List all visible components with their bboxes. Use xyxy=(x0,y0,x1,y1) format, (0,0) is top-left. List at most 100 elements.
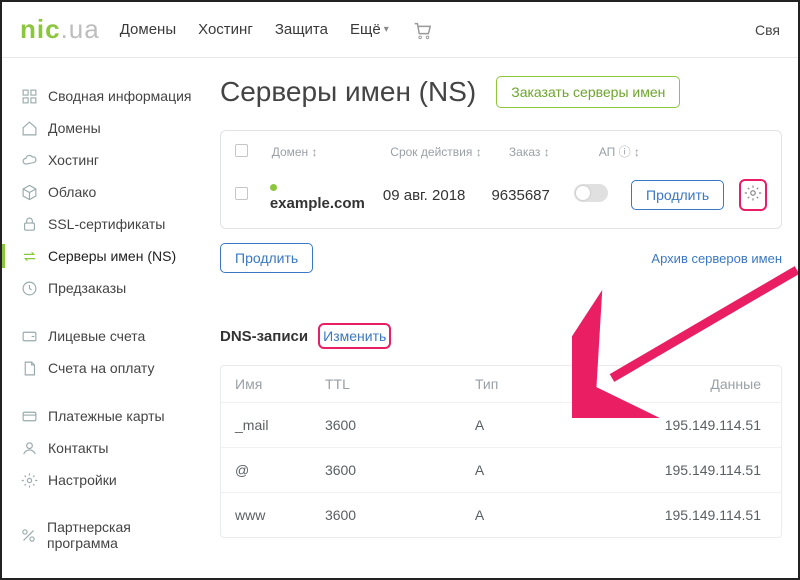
domain-table-header: Домен ↕ Срок действия ↕ Заказ ↕ АП ⓘ ↕ xyxy=(235,141,767,170)
transfer-icon xyxy=(20,247,38,265)
sidebar-item-preorders[interactable]: Предзаказы xyxy=(16,272,202,304)
sidebar-item-label: Серверы имен (NS) xyxy=(48,248,176,264)
col-header-order[interactable]: Заказ ↕ xyxy=(509,145,581,159)
select-all-checkbox[interactable] xyxy=(235,144,248,157)
nav-more[interactable]: Ещё▾ xyxy=(350,21,389,38)
sidebar-item-label: Контакты xyxy=(48,440,108,456)
sidebar-item-domains[interactable]: Домены xyxy=(16,112,202,144)
dns-cell-type: A xyxy=(475,417,665,433)
file-icon xyxy=(20,359,38,377)
main-content: Серверы имен (NS) Заказать серверы имен … xyxy=(202,58,798,578)
nav-hosting[interactable]: Хостинг xyxy=(198,21,253,38)
highlight-gear xyxy=(739,179,767,211)
dns-title: DNS-записи xyxy=(220,328,308,345)
sidebar-item-label: Хостинг xyxy=(48,152,99,168)
grid-icon xyxy=(20,87,38,105)
clock-icon xyxy=(20,279,38,297)
domain-name[interactable]: example.com xyxy=(270,195,365,212)
row-checkbox[interactable] xyxy=(235,187,248,200)
domain-row: example.com 09 авг. 2018 9635687 Продлит… xyxy=(235,170,767,222)
nav-domains[interactable]: Домены xyxy=(120,21,176,38)
nav-hosting-label: Хостинг xyxy=(198,21,253,38)
dns-table-header: Имя TTL Тип Данные xyxy=(221,366,781,402)
sidebar-item-ssl[interactable]: SSL-сертификаты xyxy=(16,208,202,240)
dns-cell-name: _mail xyxy=(235,417,325,433)
sidebar-item-label: Облако xyxy=(48,184,96,200)
cart-icon[interactable] xyxy=(411,19,433,41)
order-ns-button[interactable]: Заказать серверы имен xyxy=(496,76,680,108)
gear-icon xyxy=(20,471,38,489)
dns-section: DNS-записи Изменить Имя TTL Тип Данные _… xyxy=(220,323,782,538)
extend-button[interactable]: Продлить xyxy=(631,180,724,210)
dns-row: @ 3600 A 195.149.114.51 xyxy=(221,447,781,492)
sidebar-item-label: Предзаказы xyxy=(48,280,126,296)
col-header-expires[interactable]: Срок действия ↕ xyxy=(390,145,491,159)
cloud-icon xyxy=(20,151,38,169)
dns-col-ttl: TTL xyxy=(325,376,475,392)
card-icon xyxy=(20,407,38,425)
status-dot-icon xyxy=(270,184,277,191)
lock-icon xyxy=(20,215,38,233)
col-header-label: Домен xyxy=(272,145,309,159)
sidebar-item-contacts[interactable]: Контакты xyxy=(16,432,202,464)
dns-cell-ttl: 3600 xyxy=(325,507,475,523)
wallet-icon xyxy=(20,327,38,345)
sidebar-item-hosting[interactable]: Хостинг xyxy=(16,144,202,176)
bulk-extend-button[interactable]: Продлить xyxy=(220,243,313,273)
sidebar-item-label: Лицевые счета xyxy=(48,328,145,344)
dns-edit-link[interactable]: Изменить xyxy=(323,328,386,344)
domain-panel: Домен ↕ Срок действия ↕ Заказ ↕ АП ⓘ ↕ e… xyxy=(220,130,782,229)
sidebar-item-ns[interactable]: Серверы имен (NS) xyxy=(16,240,202,272)
logo-nic: nic xyxy=(20,14,61,44)
dns-cell-data: 195.149.114.51 xyxy=(665,417,767,433)
sidebar-item-label: Партнерская программа xyxy=(47,519,196,551)
chevron-down-icon: ▾ xyxy=(384,24,389,35)
nav-security[interactable]: Защита xyxy=(275,21,328,38)
percent-icon xyxy=(20,526,37,544)
col-header-label: Срок действия xyxy=(390,145,472,159)
top-nav: Домены Хостинг Защита Ещё▾ xyxy=(120,19,433,41)
sidebar-item-settings[interactable]: Настройки xyxy=(16,464,202,496)
dns-row: _mail 3600 A 195.149.114.51 xyxy=(221,402,781,447)
dns-row: www 3600 A 195.149.114.51 xyxy=(221,492,781,537)
page-title: Серверы имен (NS) xyxy=(220,76,476,108)
dns-cell-ttl: 3600 xyxy=(325,417,475,433)
row-gear-icon[interactable] xyxy=(744,184,762,206)
dns-cell-name: www xyxy=(235,507,325,523)
home-icon xyxy=(20,119,38,137)
sidebar-item-cloud[interactable]: Облако xyxy=(16,176,202,208)
sidebar-item-label: Домены xyxy=(48,120,101,136)
dns-cell-data: 195.149.114.51 xyxy=(665,507,767,523)
dns-cell-type: A xyxy=(475,462,665,478)
cube-icon xyxy=(20,183,38,201)
header: nic.ua Домены Хостинг Защита Ещё▾ Свя xyxy=(2,2,798,58)
sidebar-item-label: SSL-сертификаты xyxy=(48,216,165,232)
dns-cell-data: 195.149.114.51 xyxy=(665,462,767,478)
logo[interactable]: nic.ua xyxy=(20,14,100,45)
sidebar-item-label: Платежные карты xyxy=(48,408,165,424)
nav-domains-label: Домены xyxy=(120,21,176,38)
sidebar-item-affiliate[interactable]: Партнерская программа xyxy=(16,512,202,558)
nav-security-label: Защита xyxy=(275,21,328,38)
dns-col-name: Имя xyxy=(235,376,325,392)
header-right-link[interactable]: Свя xyxy=(755,22,780,38)
sidebar-item-label: Счета на оплату xyxy=(48,360,155,376)
highlight-edit: Изменить xyxy=(318,323,391,349)
sidebar-item-dashboard[interactable]: Сводная информация xyxy=(16,80,202,112)
dns-table: Имя TTL Тип Данные _mail 3600 A 195.149.… xyxy=(220,365,782,538)
col-header-label: АП xyxy=(599,145,616,159)
archive-link[interactable]: Архив серверов имен xyxy=(651,251,782,266)
sidebar-item-label: Настройки xyxy=(48,472,117,488)
logo-ua: .ua xyxy=(61,14,100,44)
sidebar-item-cards[interactable]: Платежные карты xyxy=(16,400,202,432)
sidebar-item-invoices[interactable]: Счета на оплату xyxy=(16,352,202,384)
sidebar-item-accounts[interactable]: Лицевые счета xyxy=(16,320,202,352)
user-icon xyxy=(20,439,38,457)
col-header-domain[interactable]: Домен ↕ xyxy=(272,145,373,159)
dns-cell-type: A xyxy=(475,507,665,523)
domain-order: 9635687 xyxy=(491,187,556,204)
col-header-ap[interactable]: АП ⓘ ↕ xyxy=(599,143,642,160)
dns-cell-ttl: 3600 xyxy=(325,462,475,478)
autorenew-toggle[interactable] xyxy=(574,184,608,202)
domain-expires: 09 авг. 2018 xyxy=(383,187,474,204)
